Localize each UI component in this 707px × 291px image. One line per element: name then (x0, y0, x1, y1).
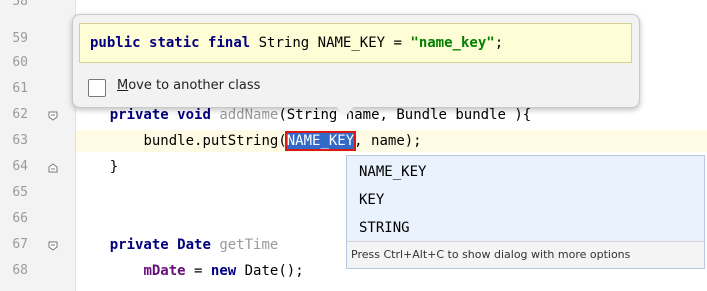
introduce-constant-popup: public static final String NAME_KEY = "n… (72, 14, 640, 117)
type-name: String (258, 35, 310, 51)
keyword-final: final (208, 35, 251, 51)
code-line-63[interactable]: bundle.putString(NAME_KEY, name); (76, 130, 707, 152)
popup-pointer (335, 105, 355, 117)
params: String name, Bundle bundle ){ (286, 107, 532, 123)
keyword-public: public (90, 35, 141, 51)
line-number: 68 (12, 263, 28, 278)
method-name: addName (219, 107, 279, 123)
suggestion-item[interactable]: NAME_KEY (359, 158, 426, 186)
constructor: Date(); (236, 263, 304, 279)
line-number: 59 (12, 31, 28, 46)
keyword-void: void (177, 107, 211, 123)
semicolon: ; (494, 35, 504, 51)
fold-collapse-icon[interactable] (48, 111, 58, 121)
line-number: 60 (12, 55, 28, 70)
fold-collapse-icon[interactable] (48, 241, 58, 251)
constant-name: NAME_KEY (317, 35, 386, 51)
line-number: 61 (12, 81, 28, 96)
keyword-private: private (109, 237, 169, 253)
line-number: 62 (12, 107, 28, 122)
move-class-label[interactable]: Move to another class (117, 78, 260, 93)
method-call: bundle.putString( (143, 133, 287, 149)
shortcut-hint: Press Ctrl+Alt+C to show dialog with mor… (347, 241, 704, 268)
assign: = (393, 35, 402, 51)
fold-end-icon[interactable] (48, 163, 58, 173)
name-suggestion-list: NAME_KEY KEY STRING Press Ctrl+Alt+C to … (346, 155, 705, 269)
call-rest: , name); (354, 133, 422, 149)
constant-preview: public static final String NAME_KEY = "n… (79, 23, 632, 63)
line-number: 63 (12, 133, 28, 148)
assign: = (185, 263, 211, 279)
mnemonic-letter: M (117, 78, 129, 93)
closing-brace: } (109, 159, 119, 175)
move-class-checkbox[interactable] (88, 79, 106, 97)
line-number: 58 (12, 0, 28, 9)
line-number: 64 (12, 159, 28, 174)
string-literal: "name_key" (410, 35, 495, 51)
suggestion-item[interactable]: STRING (359, 214, 410, 242)
paren: ( (278, 107, 287, 123)
line-number: 65 (12, 185, 28, 200)
line-number: 67 (12, 237, 28, 252)
keyword-private: private (109, 107, 169, 123)
keyword-static: static (149, 35, 200, 51)
field-name: mDate (143, 263, 186, 279)
type-name: Date (177, 237, 211, 253)
keyword-new: new (210, 263, 237, 279)
selected-identifier[interactable]: NAME_KEY (284, 131, 357, 151)
suggestion-item[interactable]: KEY (359, 186, 384, 214)
method-name: getTime (219, 237, 279, 253)
line-number: 66 (12, 211, 28, 226)
label-text: ove to another class (128, 78, 261, 93)
